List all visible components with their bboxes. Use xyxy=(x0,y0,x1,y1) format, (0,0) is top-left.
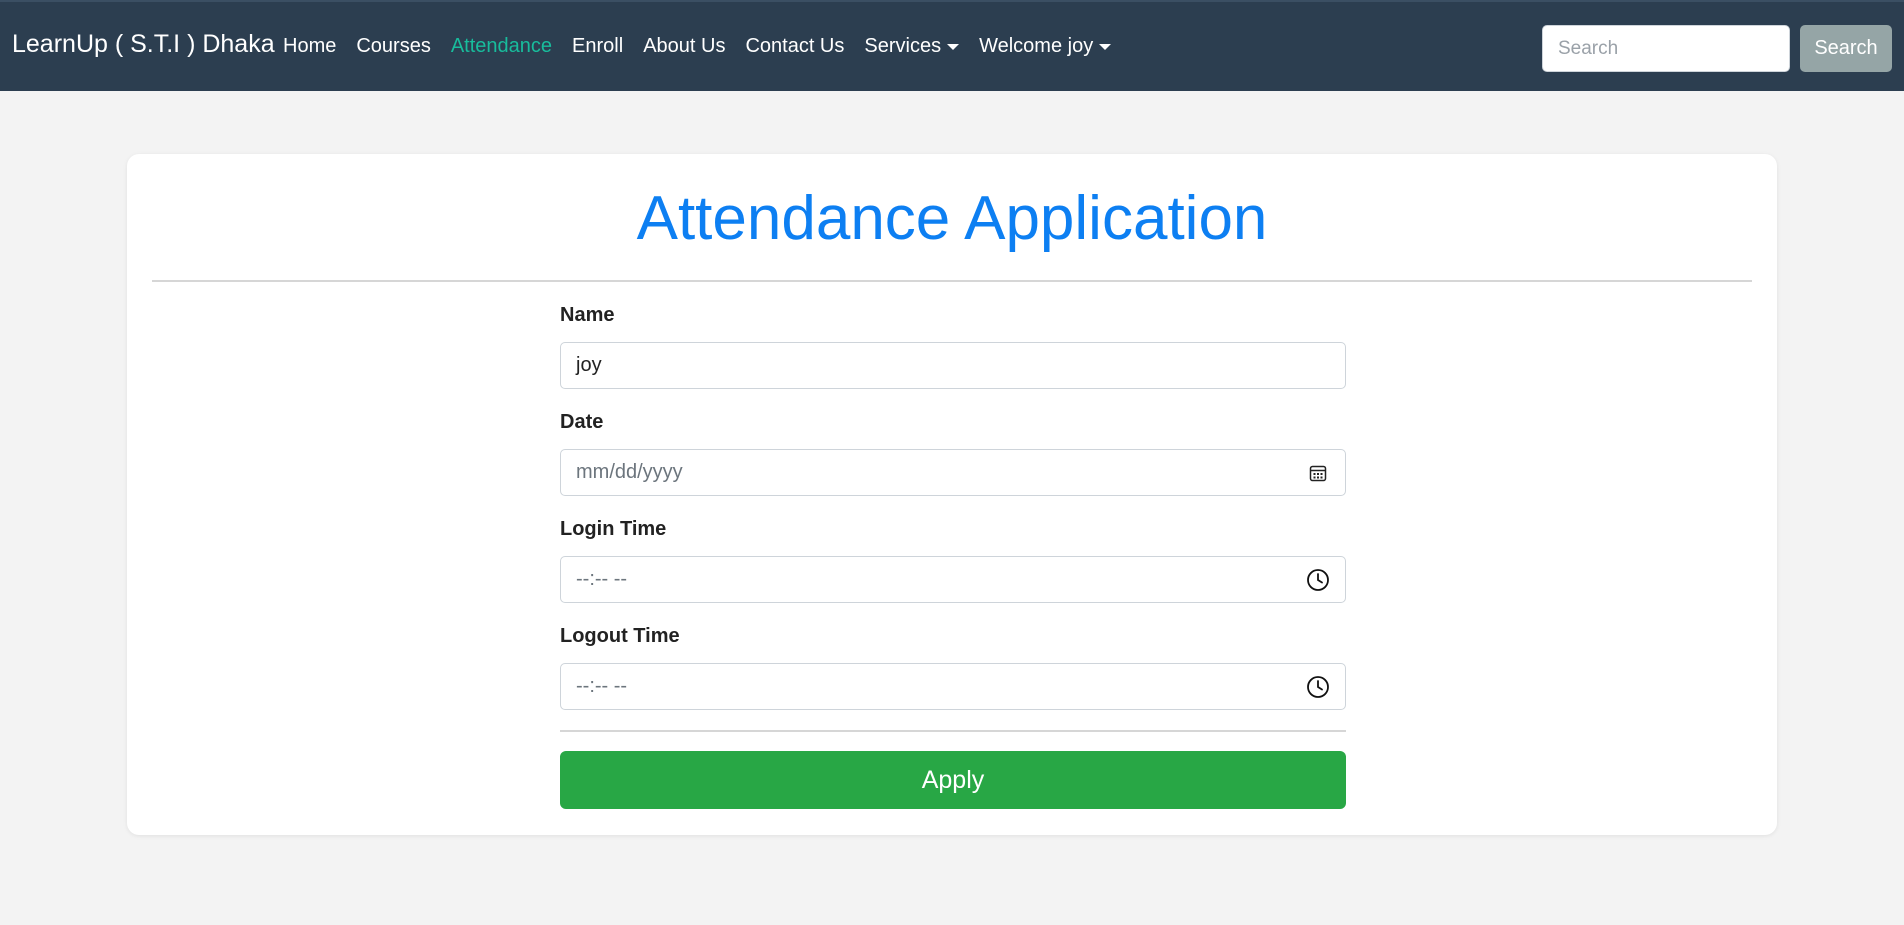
login-time-placeholder: --:-- -- xyxy=(576,568,628,590)
search-button[interactable]: Search xyxy=(1800,25,1892,72)
nav-link-enroll[interactable]: Enroll xyxy=(572,35,623,58)
nav-link-courses[interactable]: Courses xyxy=(356,35,430,58)
form-divider xyxy=(560,730,1346,732)
date-field[interactable]: mm/dd/yyyy xyxy=(560,449,1346,496)
page-title: Attendance Application xyxy=(636,184,1268,253)
nav-link-about-us[interactable]: About Us xyxy=(643,35,725,58)
brand-logo[interactable]: LearnUp ( S.T.I ) Dhaka xyxy=(12,30,275,59)
nav-dropdown-user[interactable]: Welcome joy xyxy=(979,35,1112,58)
logout-time-label: Logout Time xyxy=(560,625,680,647)
clock-icon[interactable] xyxy=(1306,675,1330,699)
nav-link-label: About Us xyxy=(643,35,726,57)
title-divider xyxy=(152,280,1752,282)
apply-button[interactable]: Apply xyxy=(560,751,1346,809)
login-time-field[interactable]: --:-- -- xyxy=(560,556,1346,603)
nav-dropdown-services[interactable]: Services xyxy=(864,35,960,58)
attendance-card: Attendance Application Name joy Date mm/… xyxy=(127,154,1777,835)
navbar: LearnUp ( S.T.I ) Dhaka Home Courses Att… xyxy=(0,0,1904,91)
nav-link-label: Contact Us xyxy=(745,35,845,57)
date-placeholder: mm/dd/yyyy xyxy=(576,461,683,483)
nav-link-label: Home xyxy=(283,35,337,57)
calendar-icon[interactable] xyxy=(1306,461,1330,485)
nav-link-contact-us[interactable]: Contact Us xyxy=(745,35,844,58)
login-time-label: Login Time xyxy=(560,518,667,540)
logout-time-field[interactable]: --:-- -- xyxy=(560,663,1346,710)
search-input[interactable] xyxy=(1542,25,1790,72)
nav-links: Home Courses Attendance Enroll About Us … xyxy=(283,35,1131,58)
nav-link-label: Welcome joy xyxy=(979,35,1094,57)
logout-time-placeholder: --:-- -- xyxy=(576,675,628,697)
nav-link-label: Services xyxy=(864,35,942,57)
nav-link-label: Enroll xyxy=(572,35,624,57)
name-field[interactable]: joy xyxy=(560,342,1346,389)
date-label: Date xyxy=(560,411,604,433)
name-value: joy xyxy=(576,354,602,376)
nav-link-label: Courses xyxy=(356,35,431,57)
name-label: Name xyxy=(560,304,615,326)
nav-link-home[interactable]: Home xyxy=(283,35,336,58)
nav-link-label: Attendance xyxy=(450,35,553,57)
caret-down-icon xyxy=(1099,43,1112,50)
clock-icon[interactable] xyxy=(1306,568,1330,592)
caret-down-icon xyxy=(947,43,960,50)
nav-link-attendance[interactable]: Attendance xyxy=(451,35,552,58)
